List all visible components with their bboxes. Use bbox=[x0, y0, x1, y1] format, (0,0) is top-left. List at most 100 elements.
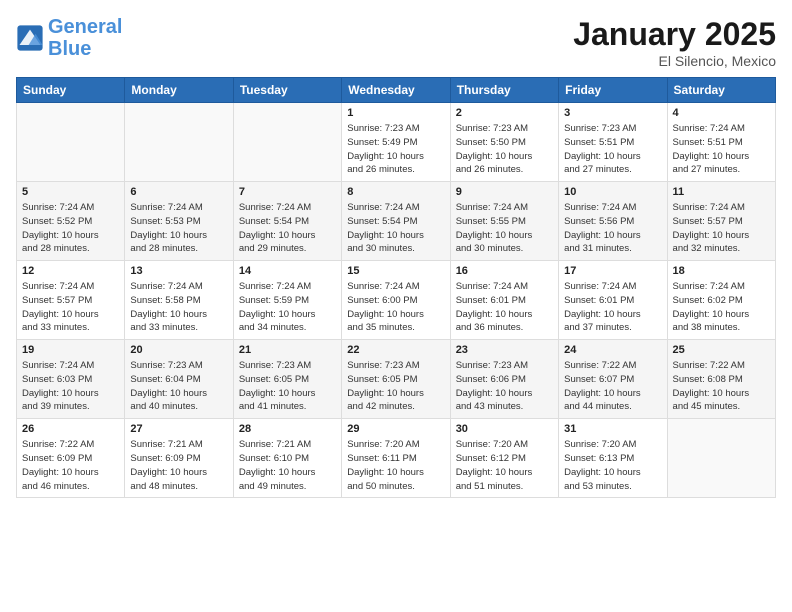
day-number: 5 bbox=[22, 186, 119, 198]
day-number: 2 bbox=[456, 107, 553, 119]
calendar-day-16: 16 Sunrise: 7:24 AM Sunset: 6:01 PM Dayli… bbox=[450, 261, 558, 340]
day-number: 1 bbox=[347, 107, 444, 119]
day-number: 7 bbox=[239, 186, 336, 198]
calendar-day-18: 18 Sunrise: 7:24 AM Sunset: 6:02 PM Dayli… bbox=[667, 261, 775, 340]
day-info: Sunrise: 7:23 AM Sunset: 6:05 PM Dayligh… bbox=[239, 359, 336, 414]
day-info: Sunrise: 7:24 AM Sunset: 5:59 PM Dayligh… bbox=[239, 280, 336, 335]
day-info: Sunrise: 7:24 AM Sunset: 5:54 PM Dayligh… bbox=[347, 201, 444, 256]
day-number: 22 bbox=[347, 344, 444, 356]
calendar-day-14: 14 Sunrise: 7:24 AM Sunset: 5:59 PM Dayli… bbox=[233, 261, 341, 340]
calendar-day-30: 30 Sunrise: 7:20 AM Sunset: 6:12 PM Dayli… bbox=[450, 419, 558, 498]
day-number: 23 bbox=[456, 344, 553, 356]
calendar-week-row: 26 Sunrise: 7:22 AM Sunset: 6:09 PM Dayli… bbox=[17, 419, 776, 498]
calendar-day-empty bbox=[233, 103, 341, 182]
day-number: 26 bbox=[22, 423, 119, 435]
day-number: 18 bbox=[673, 265, 770, 277]
day-info: Sunrise: 7:23 AM Sunset: 5:50 PM Dayligh… bbox=[456, 122, 553, 177]
day-info: Sunrise: 7:22 AM Sunset: 6:07 PM Dayligh… bbox=[564, 359, 661, 414]
day-header-friday: Friday bbox=[559, 78, 667, 103]
calendar-day-20: 20 Sunrise: 7:23 AM Sunset: 6:04 PM Dayli… bbox=[125, 340, 233, 419]
day-info: Sunrise: 7:20 AM Sunset: 6:13 PM Dayligh… bbox=[564, 438, 661, 493]
calendar-day-28: 28 Sunrise: 7:21 AM Sunset: 6:10 PM Dayli… bbox=[233, 419, 341, 498]
day-info: Sunrise: 7:24 AM Sunset: 5:54 PM Dayligh… bbox=[239, 201, 336, 256]
calendar-day-25: 25Sunrise: 7:22 AM Sunset: 6:08 PM Dayli… bbox=[667, 340, 775, 419]
calendar-week-row: 12 Sunrise: 7:24 AM Sunset: 5:57 PM Dayli… bbox=[17, 261, 776, 340]
calendar-day-19: 19 Sunrise: 7:24 AM Sunset: 6:03 PM Dayli… bbox=[17, 340, 125, 419]
day-info: Sunrise: 7:21 AM Sunset: 6:10 PM Dayligh… bbox=[239, 438, 336, 493]
day-number: 6 bbox=[130, 186, 227, 198]
day-info: Sunrise: 7:24 AM Sunset: 5:51 PM Dayligh… bbox=[673, 122, 770, 177]
calendar-day-4: 4Sunrise: 7:24 AM Sunset: 5:51 PM Daylig… bbox=[667, 103, 775, 182]
day-header-tuesday: Tuesday bbox=[233, 78, 341, 103]
calendar-day-7: 7 Sunrise: 7:24 AM Sunset: 5:54 PM Daylig… bbox=[233, 182, 341, 261]
day-info: Sunrise: 7:22 AM Sunset: 6:08 PM Dayligh… bbox=[673, 359, 770, 414]
calendar-day-23: 23Sunrise: 7:23 AM Sunset: 6:06 PM Dayli… bbox=[450, 340, 558, 419]
day-number: 8 bbox=[347, 186, 444, 198]
day-number: 24 bbox=[564, 344, 661, 356]
day-info: Sunrise: 7:24 AM Sunset: 6:01 PM Dayligh… bbox=[456, 280, 553, 335]
day-info: Sunrise: 7:23 AM Sunset: 6:04 PM Dayligh… bbox=[130, 359, 227, 414]
day-header-sunday: Sunday bbox=[17, 78, 125, 103]
calendar-table: SundayMondayTuesdayWednesdayThursdayFrid… bbox=[16, 77, 776, 498]
calendar-day-8: 8 Sunrise: 7:24 AM Sunset: 5:54 PM Daylig… bbox=[342, 182, 450, 261]
day-info: Sunrise: 7:24 AM Sunset: 6:00 PM Dayligh… bbox=[347, 280, 444, 335]
day-info: Sunrise: 7:24 AM Sunset: 5:53 PM Dayligh… bbox=[130, 201, 227, 256]
day-number: 16 bbox=[456, 265, 553, 277]
day-number: 14 bbox=[239, 265, 336, 277]
calendar-day-15: 15 Sunrise: 7:24 AM Sunset: 6:00 PM Dayli… bbox=[342, 261, 450, 340]
page-header: General Blue January 2025 El Silencio, M… bbox=[16, 16, 776, 69]
day-number: 19 bbox=[22, 344, 119, 356]
calendar-day-2: 2 Sunrise: 7:23 AM Sunset: 5:50 PM Daylig… bbox=[450, 103, 558, 182]
day-info: Sunrise: 7:24 AM Sunset: 6:02 PM Dayligh… bbox=[673, 280, 770, 335]
day-number: 27 bbox=[130, 423, 227, 435]
calendar-day-26: 26 Sunrise: 7:22 AM Sunset: 6:09 PM Dayli… bbox=[17, 419, 125, 498]
day-number: 30 bbox=[456, 423, 553, 435]
title-section: January 2025 El Silencio, Mexico bbox=[573, 16, 776, 69]
calendar-day-29: 29 Sunrise: 7:20 AM Sunset: 6:11 PM Dayli… bbox=[342, 419, 450, 498]
calendar-day-5: 5 Sunrise: 7:24 AM Sunset: 5:52 PM Daylig… bbox=[17, 182, 125, 261]
day-number: 3 bbox=[564, 107, 661, 119]
logo: General Blue bbox=[16, 16, 122, 60]
calendar-day-22: 22 Sunrise: 7:23 AM Sunset: 6:05 PM Dayli… bbox=[342, 340, 450, 419]
day-number: 10 bbox=[564, 186, 661, 198]
calendar-day-6: 6 Sunrise: 7:24 AM Sunset: 5:53 PM Daylig… bbox=[125, 182, 233, 261]
day-number: 29 bbox=[347, 423, 444, 435]
calendar-day-27: 27Sunrise: 7:21 AM Sunset: 6:09 PM Dayli… bbox=[125, 419, 233, 498]
day-info: Sunrise: 7:20 AM Sunset: 6:12 PM Dayligh… bbox=[456, 438, 553, 493]
day-info: Sunrise: 7:24 AM Sunset: 5:57 PM Dayligh… bbox=[22, 280, 119, 335]
calendar-day-9: 9Sunrise: 7:24 AM Sunset: 5:55 PM Daylig… bbox=[450, 182, 558, 261]
day-info: Sunrise: 7:23 AM Sunset: 5:49 PM Dayligh… bbox=[347, 122, 444, 177]
logo-text: General Blue bbox=[48, 16, 122, 60]
day-info: Sunrise: 7:24 AM Sunset: 5:52 PM Dayligh… bbox=[22, 201, 119, 256]
day-info: Sunrise: 7:24 AM Sunset: 6:03 PM Dayligh… bbox=[22, 359, 119, 414]
day-info: Sunrise: 7:24 AM Sunset: 5:55 PM Dayligh… bbox=[456, 201, 553, 256]
day-info: Sunrise: 7:24 AM Sunset: 5:56 PM Dayligh… bbox=[564, 201, 661, 256]
calendar-title: January 2025 bbox=[573, 16, 776, 53]
calendar-day-empty bbox=[125, 103, 233, 182]
calendar-day-21: 21Sunrise: 7:23 AM Sunset: 6:05 PM Dayli… bbox=[233, 340, 341, 419]
day-header-saturday: Saturday bbox=[667, 78, 775, 103]
day-number: 12 bbox=[22, 265, 119, 277]
day-info: Sunrise: 7:24 AM Sunset: 5:58 PM Dayligh… bbox=[130, 280, 227, 335]
calendar-day-empty bbox=[17, 103, 125, 182]
calendar-day-10: 10 Sunrise: 7:24 AM Sunset: 5:56 PM Dayli… bbox=[559, 182, 667, 261]
day-info: Sunrise: 7:23 AM Sunset: 5:51 PM Dayligh… bbox=[564, 122, 661, 177]
day-number: 17 bbox=[564, 265, 661, 277]
logo-icon bbox=[16, 24, 44, 52]
day-info: Sunrise: 7:23 AM Sunset: 6:05 PM Dayligh… bbox=[347, 359, 444, 414]
calendar-subtitle: El Silencio, Mexico bbox=[573, 53, 776, 69]
calendar-day-12: 12 Sunrise: 7:24 AM Sunset: 5:57 PM Dayli… bbox=[17, 261, 125, 340]
calendar-week-row: 19 Sunrise: 7:24 AM Sunset: 6:03 PM Dayli… bbox=[17, 340, 776, 419]
day-info: Sunrise: 7:24 AM Sunset: 5:57 PM Dayligh… bbox=[673, 201, 770, 256]
calendar-week-row: 1 Sunrise: 7:23 AM Sunset: 5:49 PM Daylig… bbox=[17, 103, 776, 182]
day-number: 15 bbox=[347, 265, 444, 277]
calendar-day-3: 3 Sunrise: 7:23 AM Sunset: 5:51 PM Daylig… bbox=[559, 103, 667, 182]
calendar-week-row: 5 Sunrise: 7:24 AM Sunset: 5:52 PM Daylig… bbox=[17, 182, 776, 261]
day-info: Sunrise: 7:20 AM Sunset: 6:11 PM Dayligh… bbox=[347, 438, 444, 493]
calendar-day-1: 1 Sunrise: 7:23 AM Sunset: 5:49 PM Daylig… bbox=[342, 103, 450, 182]
day-number: 20 bbox=[130, 344, 227, 356]
day-info: Sunrise: 7:22 AM Sunset: 6:09 PM Dayligh… bbox=[22, 438, 119, 493]
day-number: 11 bbox=[673, 186, 770, 198]
day-number: 28 bbox=[239, 423, 336, 435]
day-header-wednesday: Wednesday bbox=[342, 78, 450, 103]
